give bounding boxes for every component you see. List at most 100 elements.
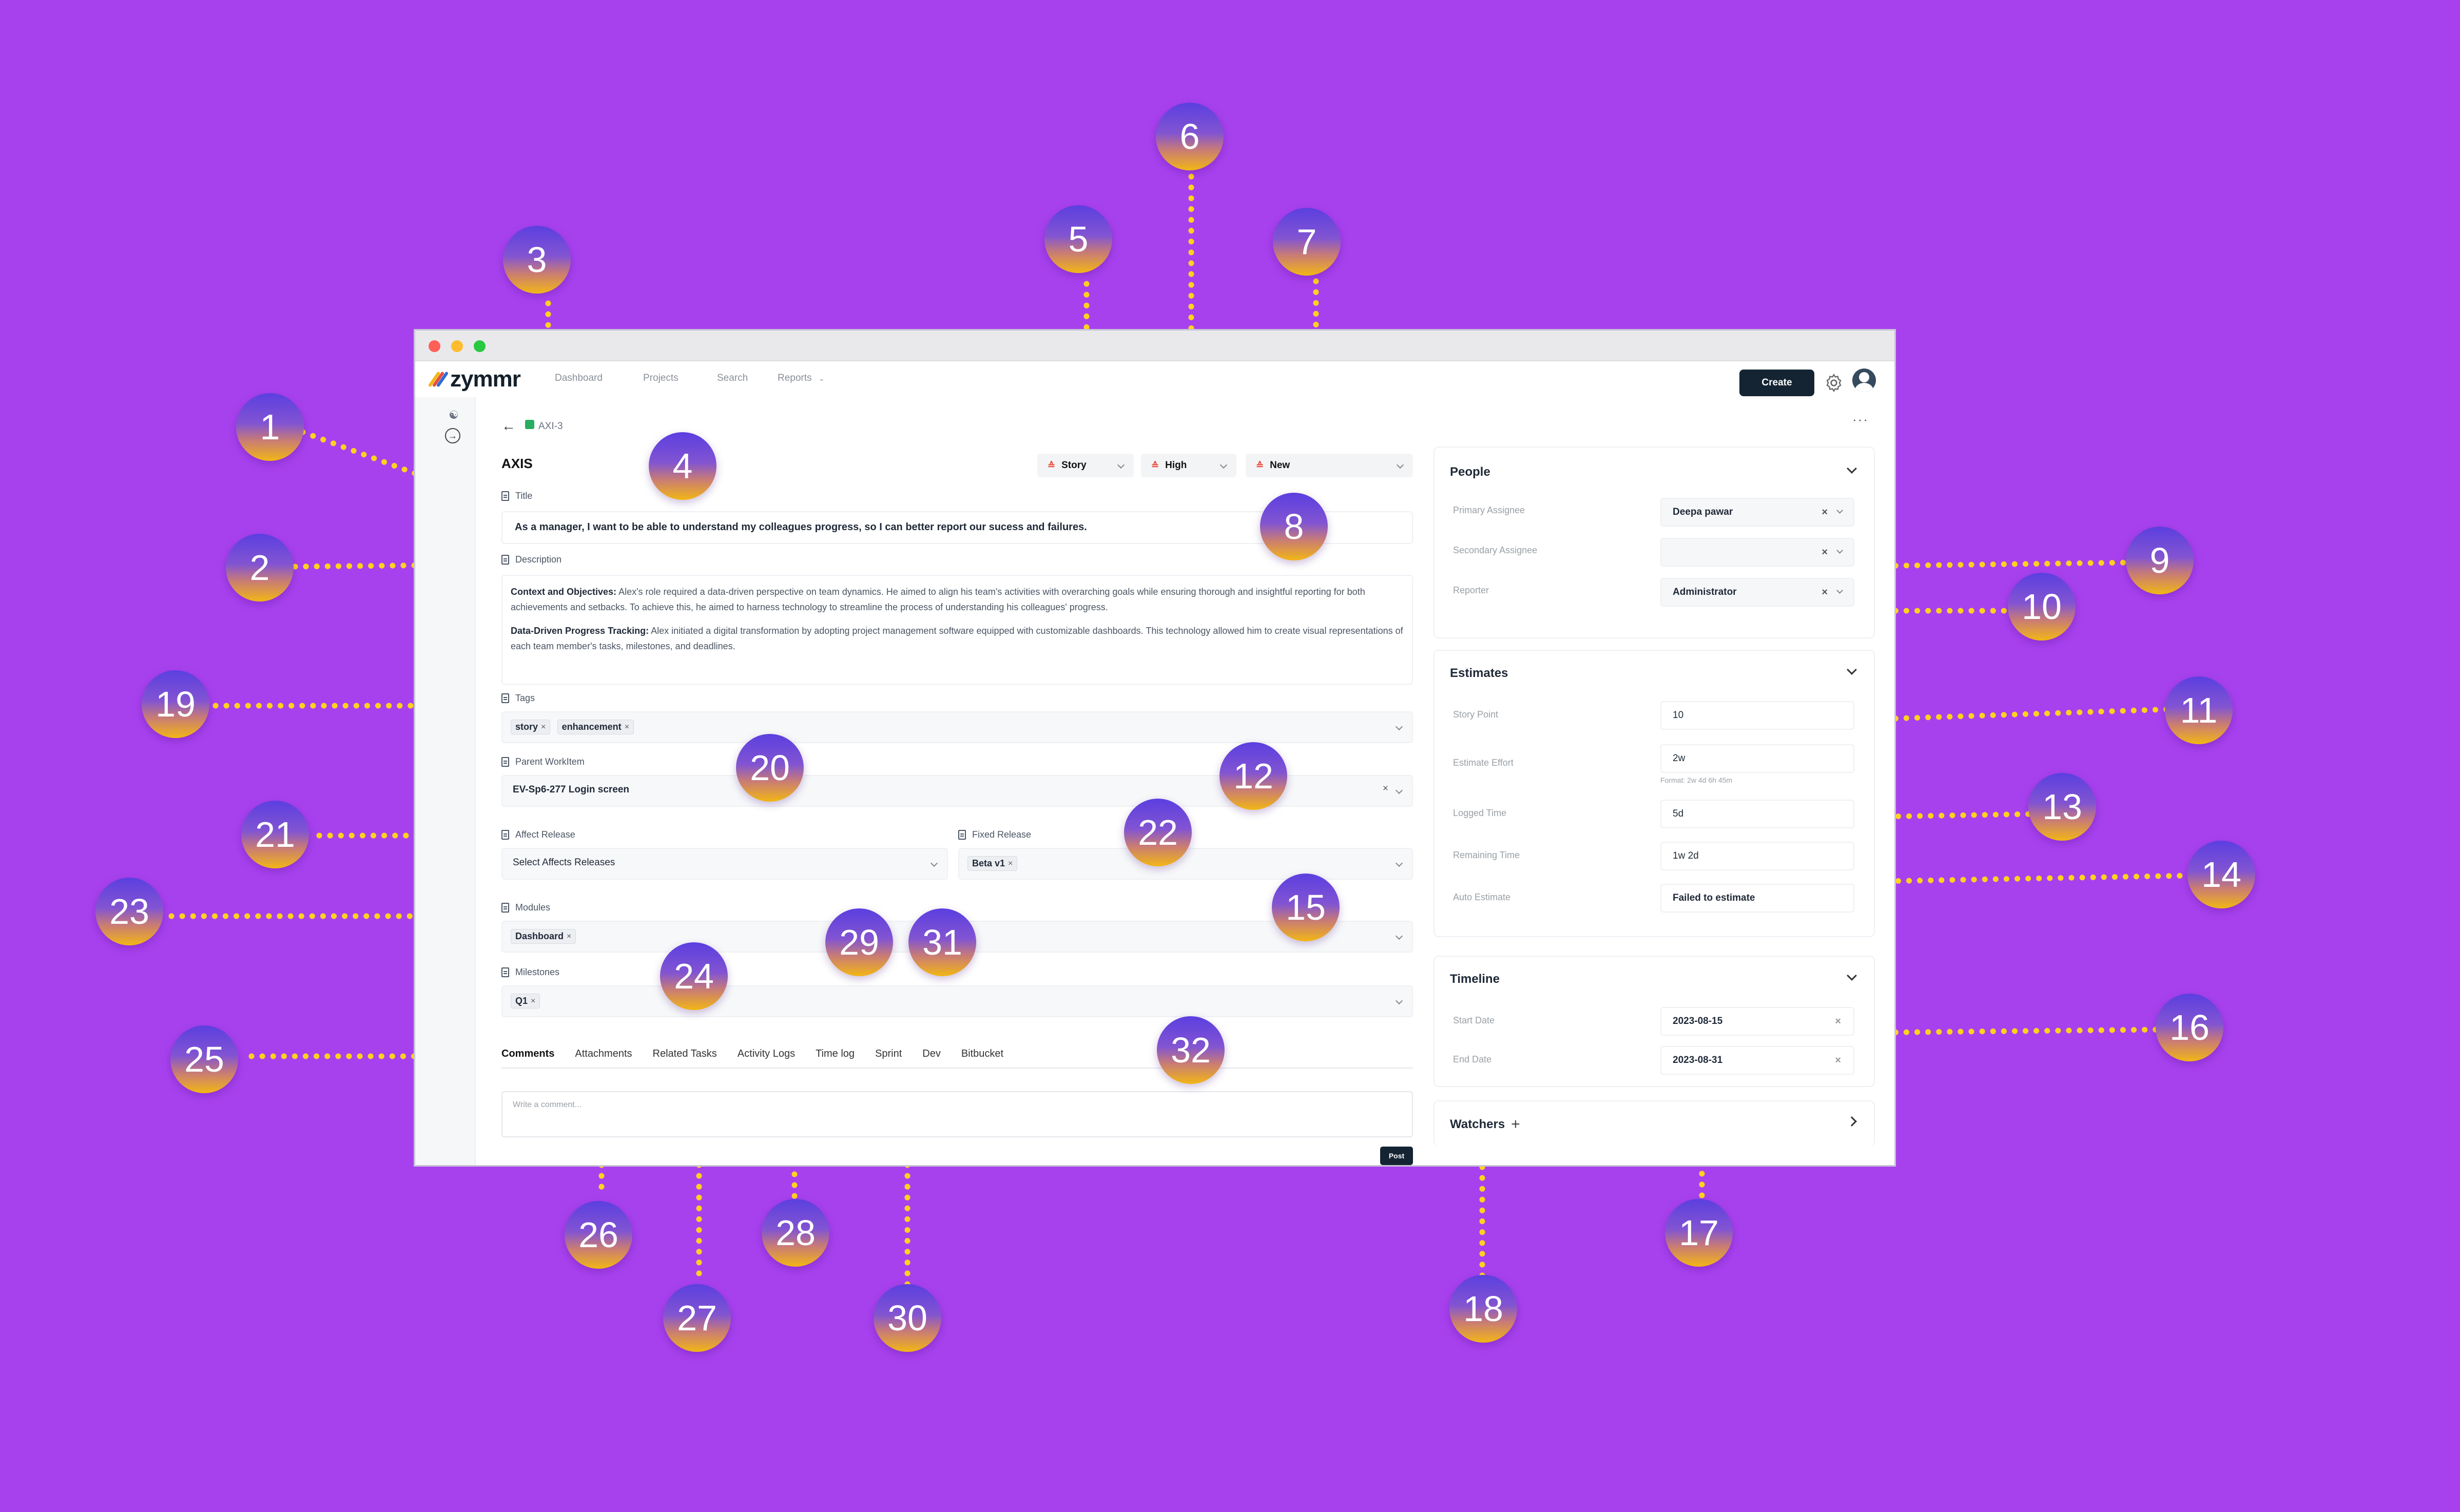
tab-comments[interactable]: Comments	[501, 1048, 554, 1060]
remove-icon[interactable]: ×	[567, 932, 571, 941]
primary-assignee-select[interactable]: Deepa pawar ×	[1660, 498, 1854, 527]
back-arrow-icon[interactable]: ←	[501, 418, 516, 434]
primary-assignee-value: Deepa pawar	[1673, 507, 1733, 517]
remove-icon[interactable]: ×	[531, 997, 535, 1006]
clear-icon[interactable]: ×	[1822, 587, 1828, 598]
description-label-text: Description	[515, 554, 562, 565]
document-icon	[501, 555, 509, 565]
tab-attachments[interactable]: Attachments	[575, 1048, 632, 1060]
remove-icon[interactable]: ×	[1008, 859, 1013, 868]
create-button[interactable]: Create	[1739, 370, 1814, 396]
breadcrumb-item[interactable]: AXI-3	[525, 420, 563, 432]
release-label: Beta v1	[972, 858, 1005, 868]
tab-dev[interactable]: Dev	[922, 1048, 941, 1060]
module-chip[interactable]: Dashboard ×	[511, 929, 576, 944]
gear-icon[interactable]	[1824, 373, 1844, 393]
primary-assignee-label: Primary Assignee	[1453, 505, 1525, 515]
annotation-badge: 12	[1219, 742, 1287, 810]
annotation-badge: 17	[1665, 1199, 1733, 1267]
tags-label: Tags	[501, 693, 535, 704]
type-dropdown[interactable]: ≙ Story	[1037, 454, 1134, 477]
estimate-effort-input[interactable]: 2w	[1660, 744, 1854, 773]
annotation-badge: 16	[2156, 994, 2223, 1061]
chevron-right-icon[interactable]	[1847, 1116, 1857, 1127]
logged-time-input[interactable]: 5d	[1660, 800, 1854, 828]
left-sidebar: ☯ →	[415, 397, 476, 1165]
tab-sprint[interactable]: Sprint	[875, 1048, 902, 1060]
end-date-input[interactable]: 2023-08-31 ×	[1660, 1046, 1854, 1075]
start-date-input[interactable]: 2023-08-15 ×	[1660, 1007, 1854, 1036]
parent-label-text: Parent WorkItem	[515, 757, 585, 767]
tab-bitbucket[interactable]: Bitbucket	[961, 1048, 1003, 1060]
milestones-multiselect[interactable]: Q1 ×	[501, 985, 1413, 1017]
expand-panel-icon[interactable]: →	[445, 428, 460, 443]
tab-activity-logs[interactable]: Activity Logs	[738, 1048, 795, 1060]
tag-chip[interactable]: enhancement ×	[557, 720, 634, 734]
secondary-assignee-select[interactable]: ×	[1660, 538, 1854, 567]
clear-icon[interactable]: ×	[1383, 783, 1388, 794]
auto-estimate-value: Failed to estimate	[1660, 884, 1854, 913]
annotation-badge: 25	[170, 1025, 238, 1093]
remove-icon[interactable]: ×	[541, 723, 546, 732]
release-chip[interactable]: Beta v1 ×	[967, 856, 1018, 871]
maximize-window-button[interactable]	[474, 340, 486, 352]
clear-icon[interactable]: ×	[1822, 547, 1828, 558]
tag-label: enhancement	[561, 722, 622, 732]
annotation-badge: 3	[503, 226, 571, 294]
annotation-badge: 14	[2187, 841, 2255, 908]
milestone-chip[interactable]: Q1 ×	[511, 994, 540, 1009]
add-watcher-icon[interactable]: +	[1511, 1116, 1520, 1133]
title-label-text: Title	[515, 491, 533, 501]
title-label: Title	[501, 491, 532, 501]
tag-chip[interactable]: story ×	[511, 720, 551, 734]
watchers-header[interactable]: Watchers +	[1450, 1116, 1520, 1133]
annotation-badge: 28	[762, 1199, 829, 1267]
milestone-label: Q1	[515, 996, 528, 1006]
type-icon: ≙	[1048, 460, 1056, 471]
priority-value: High	[1165, 460, 1187, 471]
tags-multiselect[interactable]: story × enhancement ×	[501, 711, 1413, 743]
reporter-label: Reporter	[1453, 585, 1489, 595]
close-window-button[interactable]	[429, 340, 440, 352]
chevron-down-icon	[1395, 859, 1403, 867]
annotation-badge: 6	[1156, 103, 1224, 170]
people-title: People	[1450, 465, 1490, 479]
priority-dropdown[interactable]: ≙ High	[1141, 454, 1236, 477]
annotation-badge: 4	[649, 432, 716, 500]
priority-icon: ≙	[1151, 460, 1159, 471]
status-dropdown[interactable]: ≙ New	[1246, 454, 1413, 477]
annotation-badge: 2	[226, 534, 294, 602]
nav-dashboard[interactable]: Dashboard	[555, 373, 603, 384]
clear-icon[interactable]: ×	[1822, 507, 1828, 518]
remaining-time-input[interactable]: 1w 2d	[1660, 842, 1854, 870]
story-point-input[interactable]: 10	[1660, 701, 1854, 730]
clear-icon[interactable]: ×	[1835, 1016, 1841, 1028]
minimize-window-button[interactable]	[451, 340, 463, 352]
tab-time-log[interactable]: Time log	[816, 1048, 855, 1060]
post-comment-button[interactable]: Post	[1380, 1147, 1413, 1165]
fixed-release-select[interactable]: Beta v1 ×	[958, 848, 1413, 880]
modules-label-text: Modules	[515, 902, 551, 913]
nav-search[interactable]: Search	[717, 373, 748, 384]
end-date-label: End Date	[1453, 1054, 1492, 1064]
reporter-select[interactable]: Administrator ×	[1660, 578, 1854, 607]
annotation-badge: 22	[1124, 799, 1192, 866]
reporter-value: Administrator	[1673, 587, 1737, 597]
nav-projects[interactable]: Projects	[643, 373, 679, 384]
more-options-icon[interactable]: ···	[1852, 412, 1869, 428]
remove-icon[interactable]: ×	[625, 723, 629, 732]
hierarchy-icon[interactable]: ☯	[445, 406, 462, 424]
annotation-badge: 29	[825, 908, 893, 976]
collapse-chevron-icon[interactable]	[1847, 971, 1857, 981]
comment-input[interactable]: Write a comment...	[501, 1091, 1413, 1137]
collapse-chevron-icon[interactable]	[1847, 463, 1857, 474]
tab-related-tasks[interactable]: Related Tasks	[653, 1048, 717, 1060]
collapse-chevron-icon[interactable]	[1847, 665, 1857, 675]
affect-release-label: Affect Release	[501, 829, 575, 840]
app-logo[interactable]: zymmr	[428, 366, 521, 392]
clear-icon[interactable]: ×	[1835, 1055, 1841, 1067]
user-avatar[interactable]	[1852, 369, 1876, 392]
affect-release-select[interactable]: Select Affects Releases	[501, 848, 948, 880]
nav-reports[interactable]: Reports ⌄	[778, 373, 825, 384]
description-editor[interactable]: Context and Objectives: Alex's role requ…	[501, 575, 1413, 685]
